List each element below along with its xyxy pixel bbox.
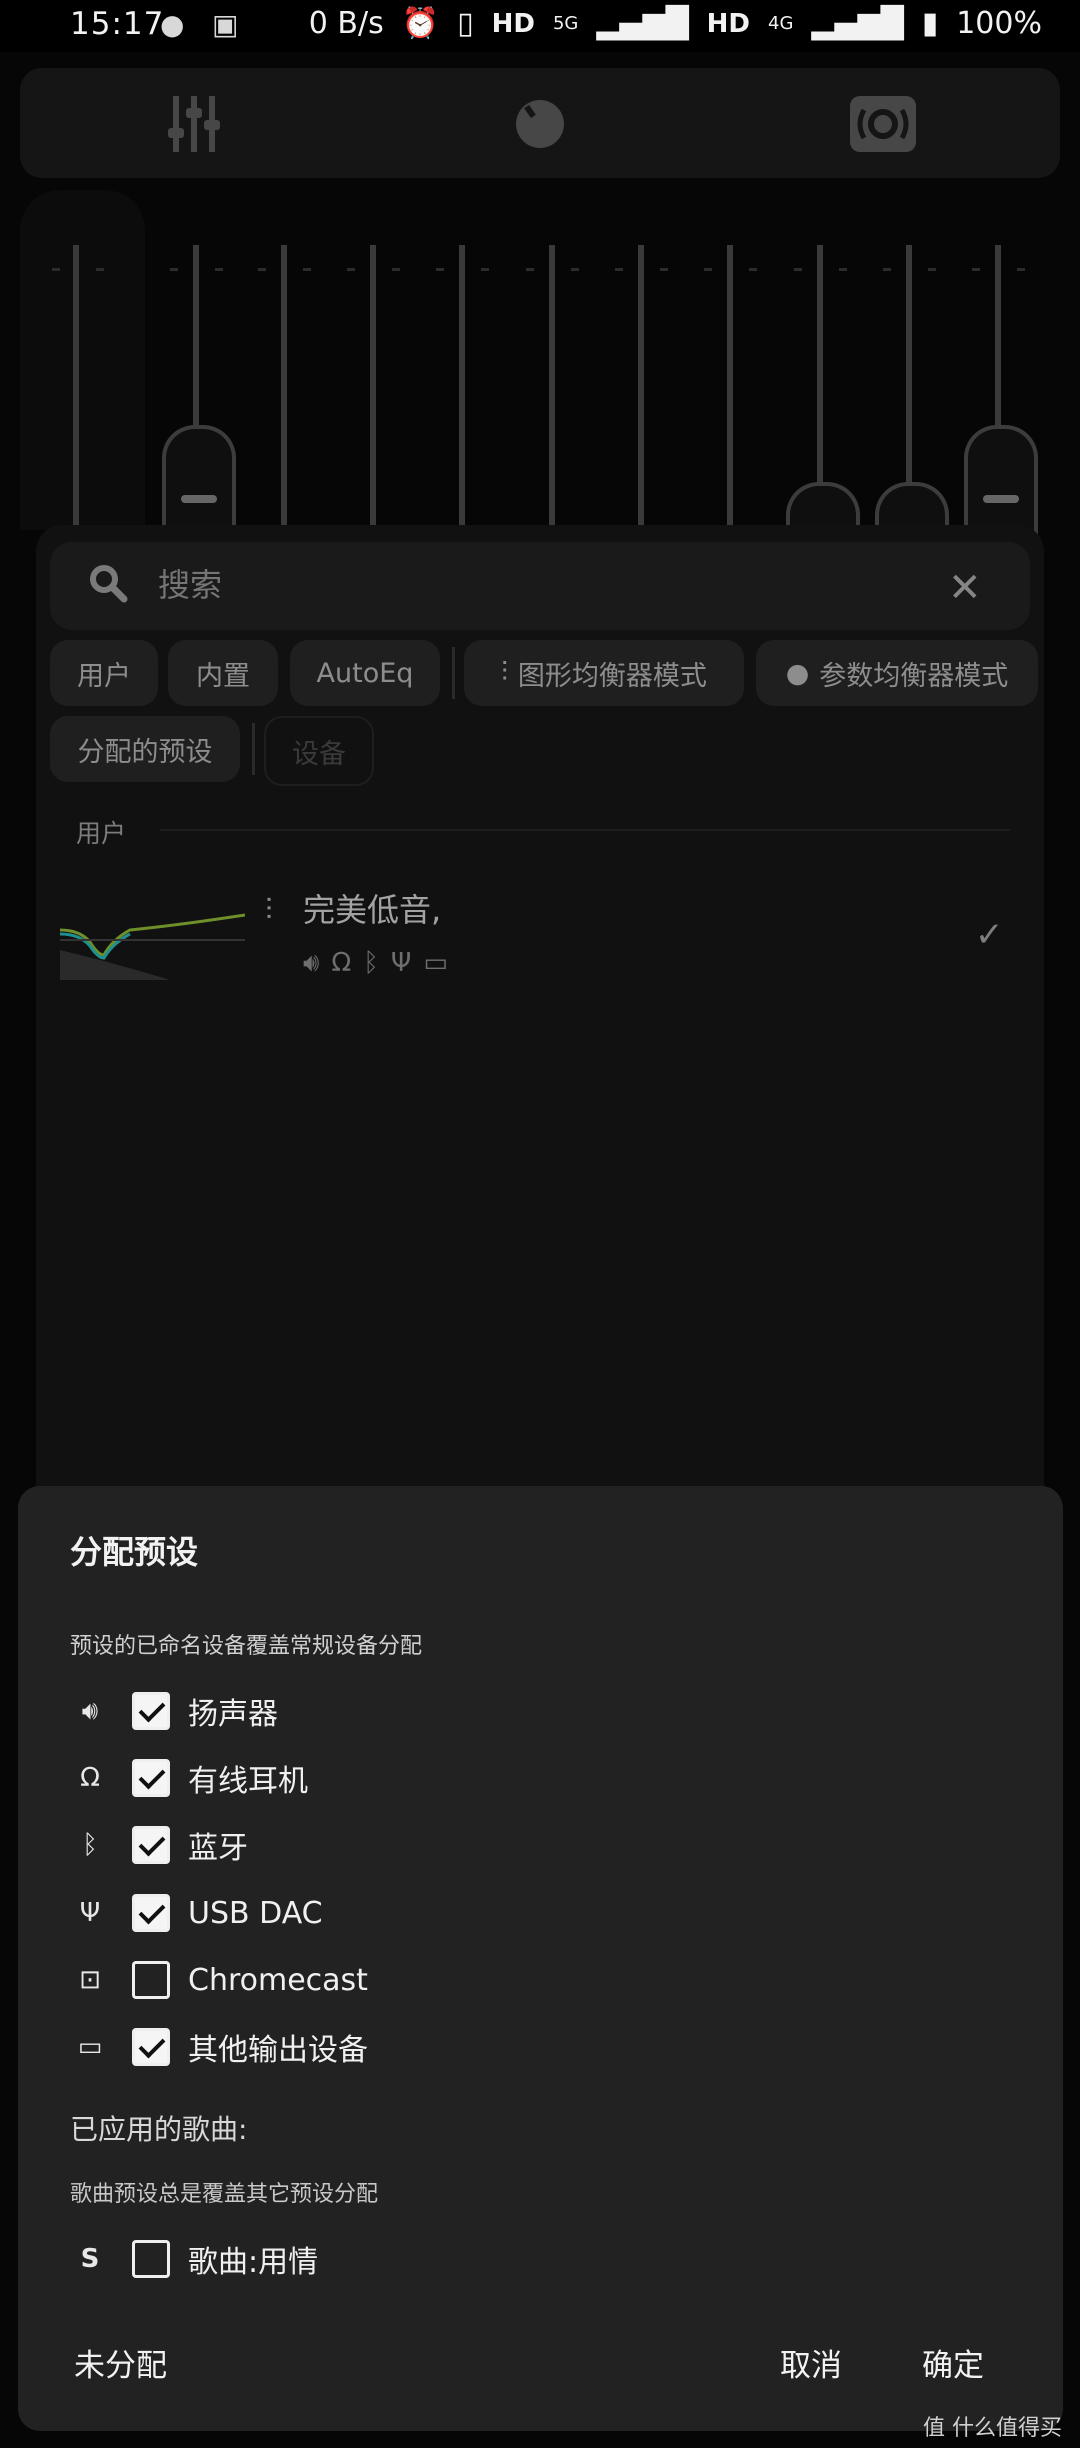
chromecast-checkbox[interactable] [132, 1961, 170, 1999]
speaker-icon: 🔊︎ [303, 948, 320, 978]
device-label: 蓝牙 [188, 1831, 248, 1866]
image-icon: ▣ [212, 8, 239, 41]
song-label: 歌曲:用情 [188, 2245, 319, 2280]
section-label-user: 用户 [76, 819, 127, 848]
speaker-icon: 🔊︎ [81, 1695, 99, 1726]
device-label: 扬声器 [188, 1697, 278, 1732]
preset-name: 完美低音, [303, 891, 442, 929]
applied-songs-label: 已应用的歌曲: [70, 2113, 248, 2146]
other-output-checkbox[interactable] [132, 2028, 170, 2066]
cancel-button[interactable]: 取消 [780, 2340, 842, 2385]
song-icon: S [80, 2244, 100, 2274]
bluetooth-icon: ᛒ [82, 1830, 98, 1860]
graphic-eq-icon: ⫶ [501, 657, 508, 688]
hd-indicator-1: HD [491, 8, 535, 39]
headphones-icon: Ω [80, 1763, 100, 1793]
section-divider [160, 829, 1010, 831]
parametric-eq-icon: ● [785, 657, 810, 689]
alarm-icon: ⏰ [401, 6, 440, 41]
device-row-wired-headphones[interactable]: Ω 有线耳机 [70, 1753, 308, 1803]
selected-check-icon: ✓ [975, 915, 1004, 955]
preset-curve-thumbnail [60, 913, 245, 980]
device-row-speaker[interactable]: 🔊︎ 扬声器 [70, 1686, 278, 1736]
headphones-icon: Ω [331, 948, 352, 978]
surround-icon[interactable] [850, 96, 916, 156]
eq-slider-handle[interactable] [964, 425, 1038, 539]
unassign-button[interactable]: 未分配 [74, 2340, 167, 2385]
battery-level: 100% [956, 6, 1042, 41]
hd-indicator-2: HD [706, 8, 750, 39]
usb-icon: Ψ [79, 1898, 101, 1928]
network-type-1: 5G [552, 13, 579, 34]
graphic-eq-icon: ⫶ [265, 893, 273, 928]
bluetooth-icon: ᛒ [363, 948, 379, 978]
equalizer-icon[interactable] [168, 94, 220, 158]
filter-chip-parametric-eq-label: 参数均衡器模式 [819, 660, 1009, 692]
applied-songs-subtitle: 歌曲预设总是覆盖其它预设分配 [70, 2182, 379, 2207]
vibrate-icon: ▯ [457, 6, 474, 41]
dialog-title: 分配预设 [70, 1533, 199, 1571]
status-right: 0 B/s ⏰ ▯ HD 5G ▂▄▆█ HD 4G ▂▄▆█ ▮ 100% [309, 6, 1042, 41]
other-output-icon: ▭ [423, 948, 448, 978]
device-label: 其他输出设备 [188, 2033, 368, 2068]
dialog-subtitle: 预设的已命名设备覆盖常规设备分配 [70, 1634, 423, 1659]
bluetooth-checkbox[interactable] [132, 1826, 170, 1864]
filter-chip-assigned[interactable]: 分配的预设 [50, 716, 240, 782]
network-speed: 0 B/s [308, 6, 384, 41]
filter-chip-device[interactable]: 设备 [264, 716, 374, 786]
signal-icon-1: ▂▄▆█ [596, 6, 689, 41]
ok-button[interactable]: 确定 [922, 2340, 984, 2385]
filter-chip-autoeq[interactable]: AutoEq [290, 640, 440, 706]
watermark: 值 什么值得买 [923, 2416, 1062, 2441]
device-row-bluetooth[interactable]: ᛒ 蓝牙 [70, 1820, 248, 1870]
device-label: USB DAC [188, 1895, 323, 1931]
knob-icon[interactable] [514, 98, 566, 154]
cast-icon: ⊡ [79, 1965, 101, 1995]
filter-chip-user[interactable]: 用户 [50, 640, 158, 706]
filter-chip-graphic-eq-label: 图形均衡器模式 [517, 660, 707, 692]
song-row[interactable]: S 歌曲:用情 [70, 2234, 318, 2284]
close-icon[interactable]: ✕ [948, 565, 982, 611]
device-row-other-output[interactable]: ▭ 其他输出设备 [70, 2022, 368, 2072]
usb-icon: Ψ [390, 948, 412, 978]
wechat-icon: ● [160, 8, 185, 41]
wired-headphones-checkbox[interactable] [132, 1759, 170, 1797]
device-row-usb-dac[interactable]: Ψ USB DAC [70, 1888, 323, 1938]
signal-icon-2: ▂▄▆█ [811, 6, 904, 41]
usb-dac-checkbox[interactable] [132, 1894, 170, 1932]
speaker-checkbox[interactable] [132, 1692, 170, 1730]
filter-chip-builtin[interactable]: 内置 [168, 640, 278, 706]
search-icon [88, 563, 128, 603]
network-type-2: 4G [768, 13, 794, 34]
eq-slider-handle[interactable] [162, 425, 236, 539]
chip-divider [252, 723, 255, 775]
filter-chip-parametric-eq[interactable]: ● 参数均衡器模式 [756, 640, 1038, 706]
search-input[interactable] [156, 560, 860, 610]
device-row-chromecast[interactable]: ⊡ Chromecast [70, 1955, 368, 2005]
filter-chip-graphic-eq[interactable]: ⫶ 图形均衡器模式 [464, 640, 744, 706]
battery-icon: ▮ [921, 6, 939, 41]
status-time: 15:17 [70, 6, 165, 42]
device-label: Chromecast [188, 1962, 368, 1998]
song-checkbox[interactable] [132, 2240, 170, 2278]
device-label: 有线耳机 [188, 1764, 308, 1799]
preset-device-icons: 🔊︎ Ω ᛒ Ψ ▭ [303, 948, 448, 979]
chip-divider [452, 647, 455, 699]
other-output-icon: ▭ [77, 2032, 103, 2062]
